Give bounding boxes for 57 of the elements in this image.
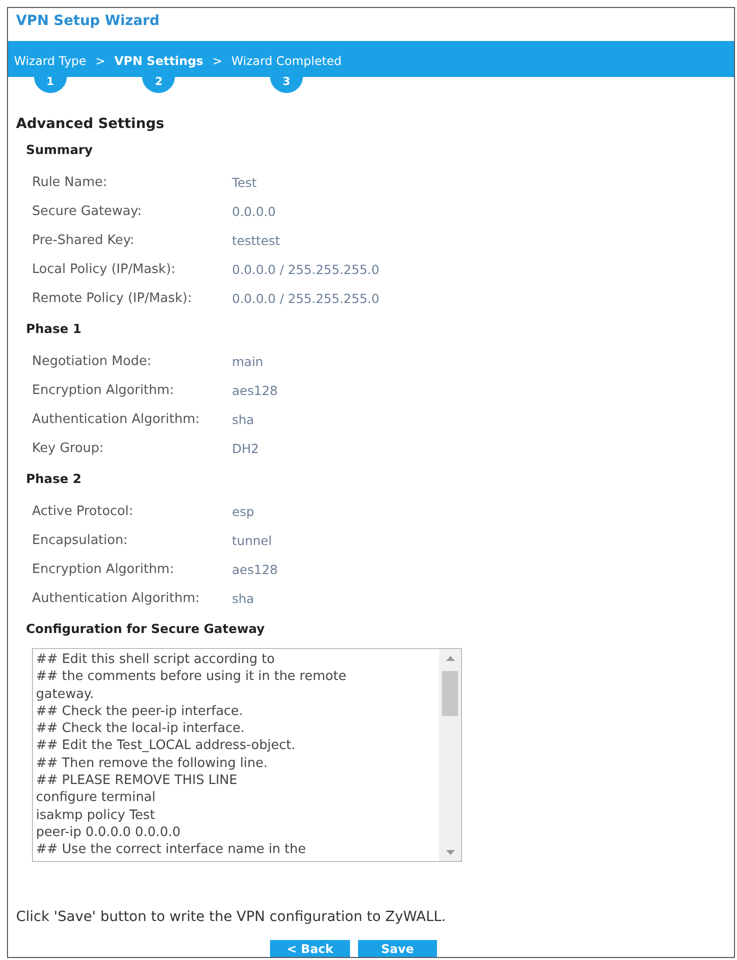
step-label: Wizard Type xyxy=(14,53,86,70)
step-label: VPN Settings xyxy=(114,53,204,70)
field-value: 0.0.0.0 / 255.255.255.0 xyxy=(232,291,380,306)
field-label: Rule Name: xyxy=(32,175,108,190)
field-label: Local Policy (IP/Mask): xyxy=(32,262,176,277)
field-label: Secure Gateway: xyxy=(32,204,142,219)
script-line: ## Edit this shell script according to xyxy=(36,651,275,668)
field-value: Test xyxy=(232,175,257,190)
field-value: sha xyxy=(232,412,254,427)
scrollbar-thumb[interactable] xyxy=(442,671,458,716)
field-value: aes128 xyxy=(232,562,278,577)
field-value: DH2 xyxy=(232,441,259,456)
scroll-down-icon[interactable] xyxy=(446,850,454,854)
field-value: 0.0.0.0 / 255.255.255.0 xyxy=(232,262,380,277)
script-line: ## Then remove the following line. xyxy=(36,754,268,772)
script-line: isakmp policy Test xyxy=(36,806,155,824)
field-label: Authentication Algorithm: xyxy=(32,591,200,606)
field-value: 0.0.0.0 xyxy=(232,204,276,219)
step-separator: > xyxy=(212,53,222,70)
field-value: tunnel xyxy=(232,533,272,548)
scrollbar[interactable] xyxy=(439,649,461,861)
save-button[interactable]: Save xyxy=(358,940,437,957)
page-heading: Advanced Settings xyxy=(16,115,164,134)
section-title: Phase 2 xyxy=(25,470,82,488)
script-line: ## Check the local-ip interface. xyxy=(36,720,245,738)
field-label: Encryption Algorithm: xyxy=(32,383,174,398)
field-label: Remote Policy (IP/Mask): xyxy=(32,291,192,306)
field-label: Authentication Algorithm: xyxy=(32,412,200,427)
field-value: esp xyxy=(232,504,254,519)
script-line: ## PLEASE REMOVE THIS LINE xyxy=(36,772,238,790)
step-separator: > xyxy=(95,53,106,70)
script-line: ## Edit the Test_LOCAL address-object. xyxy=(36,737,296,755)
script-line: configure terminal xyxy=(36,789,156,807)
field-value: aes128 xyxy=(232,383,278,398)
back-button[interactable]: < Back xyxy=(270,940,350,957)
section-title: Configuration for Secure Gateway xyxy=(25,620,265,638)
field-value: sha xyxy=(232,591,254,606)
window-title: VPN Setup Wizard xyxy=(16,12,160,30)
script-line: ## the comments before using it in the remote xyxy=(36,668,346,686)
step-label: Wizard Completed xyxy=(231,53,342,70)
field-value: main xyxy=(232,354,264,369)
config-textarea[interactable] xyxy=(32,648,462,862)
instruction-text: Click 'Save' button to write the VPN configuration to ZyWALL. xyxy=(16,908,446,927)
section-title: Summary xyxy=(25,141,93,159)
script-line: gateway. xyxy=(36,686,94,703)
script-line: ## Use the correct interface name in the xyxy=(36,841,306,859)
script-line: peer-ip 0.0.0.0 0.0.0.0 xyxy=(36,824,181,842)
field-label: Pre-Shared Key: xyxy=(32,233,134,248)
scroll-up-icon[interactable] xyxy=(446,656,454,660)
field-label: Negotiation Mode: xyxy=(32,354,152,369)
field-label: Encryption Algorithm: xyxy=(32,562,174,577)
field-label: Key Group: xyxy=(32,441,104,456)
script-line: ## Check the peer-ip interface. xyxy=(36,702,244,720)
section-title: Phase 1 xyxy=(25,320,82,338)
field-value: testtest xyxy=(232,233,280,248)
field-label: Encapsulation: xyxy=(32,533,128,548)
field-label: Active Protocol: xyxy=(32,504,134,519)
